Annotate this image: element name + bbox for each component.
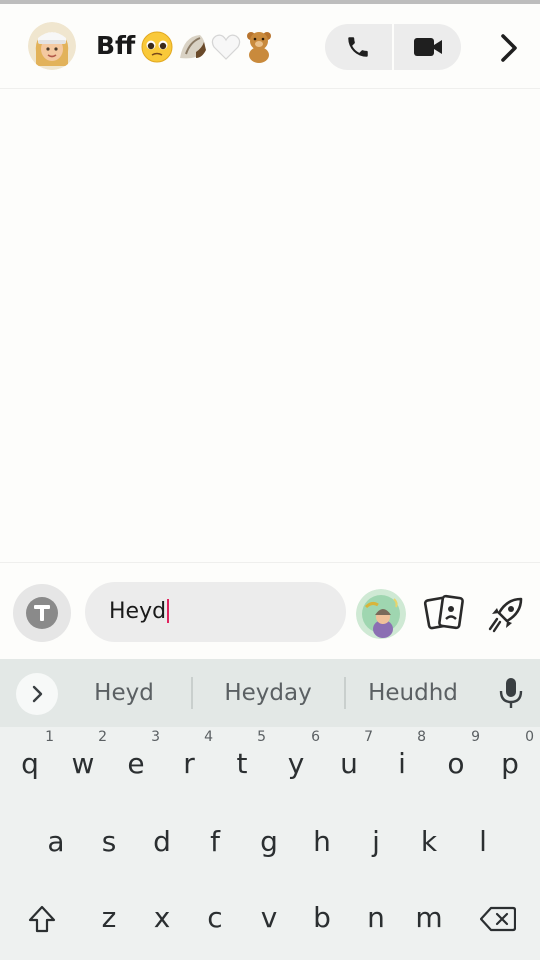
key-y[interactable]: y6 [270, 727, 322, 797]
key-a[interactable]: a [30, 805, 82, 875]
key-l[interactable]: l [457, 805, 509, 875]
suggestion-2[interactable]: Heyday [200, 659, 336, 727]
chat-name[interactable]: Bff [96, 28, 135, 64]
pleading-face-icon [141, 31, 173, 63]
message-input-text: Heyd [109, 599, 167, 624]
message-list[interactable] [0, 89, 540, 561]
rocket-button[interactable] [485, 593, 527, 635]
text-caret [167, 599, 170, 623]
key-n[interactable]: n [350, 881, 402, 951]
key-c[interactable]: c [189, 881, 241, 951]
shell-icon [180, 35, 206, 59]
key-f[interactable]: f [189, 805, 241, 875]
composer-bar: Heyd [0, 562, 540, 659]
shift-arrow-icon [28, 905, 56, 933]
backspace-icon [480, 906, 516, 932]
phone-icon [348, 37, 368, 57]
suggestion-divider [191, 677, 193, 709]
chevron-right-icon [32, 685, 43, 703]
key-i[interactable]: i8 [376, 727, 428, 797]
rocket-icon [488, 597, 523, 633]
text-t-icon [26, 597, 58, 629]
key-x[interactable]: x [136, 881, 188, 951]
friend-avatar[interactable] [28, 22, 76, 70]
video-camera-icon [414, 38, 442, 56]
bitmoji-hello-icon [356, 589, 406, 639]
chat-header: Bff [0, 4, 540, 89]
key-o[interactable]: o9 [430, 727, 482, 797]
suggestion-3[interactable]: Heudhd [350, 659, 476, 727]
white-heart-icon [211, 34, 241, 60]
key-r[interactable]: r4 [163, 727, 215, 797]
key-d[interactable]: d [136, 805, 188, 875]
call-buttons-group [325, 24, 461, 70]
key-b[interactable]: b [296, 881, 348, 951]
next-button[interactable] [490, 28, 528, 68]
keyboard-expand-button[interactable] [16, 673, 58, 715]
key-e[interactable]: e3 [110, 727, 162, 797]
key-g[interactable]: g [243, 805, 295, 875]
voice-call-button[interactable] [325, 24, 391, 70]
key-p[interactable]: p0 [484, 727, 536, 797]
voice-input-button[interactable] [496, 676, 526, 710]
key-v[interactable]: v [243, 881, 295, 951]
bitmoji-sticker-button[interactable] [356, 589, 406, 639]
cards-button[interactable] [423, 593, 467, 633]
key-q[interactable]: q1 [4, 727, 56, 797]
shift-key[interactable] [12, 889, 72, 949]
cards-icon [423, 594, 464, 630]
key-z[interactable]: z [83, 881, 135, 951]
chevron-right-icon [501, 34, 517, 62]
suggestion-1[interactable]: Heyd [68, 659, 180, 727]
video-call-button[interactable] [395, 24, 461, 70]
key-s[interactable]: s [83, 805, 135, 875]
suggestion-divider [344, 677, 346, 709]
key-m[interactable]: m [403, 881, 455, 951]
key-k[interactable]: k [403, 805, 455, 875]
suggestion-bar: Heyd Heyday Heudhd [0, 659, 540, 727]
key-h[interactable]: h [296, 805, 348, 875]
key-w[interactable]: w2 [57, 727, 109, 797]
teddy-bear-icon [247, 32, 271, 63]
text-style-button[interactable] [13, 584, 71, 642]
key-t[interactable]: t5 [216, 727, 268, 797]
key-u[interactable]: u7 [323, 727, 375, 797]
call-divider [392, 24, 394, 70]
backspace-key[interactable] [468, 889, 528, 949]
microphone-icon [499, 678, 523, 708]
message-input[interactable]: Heyd [85, 582, 346, 642]
key-j[interactable]: j [350, 805, 402, 875]
keyboard: Heyd Heyday Heudhd q1 w2 e3 r4 t5 y6 u7 … [0, 659, 540, 960]
